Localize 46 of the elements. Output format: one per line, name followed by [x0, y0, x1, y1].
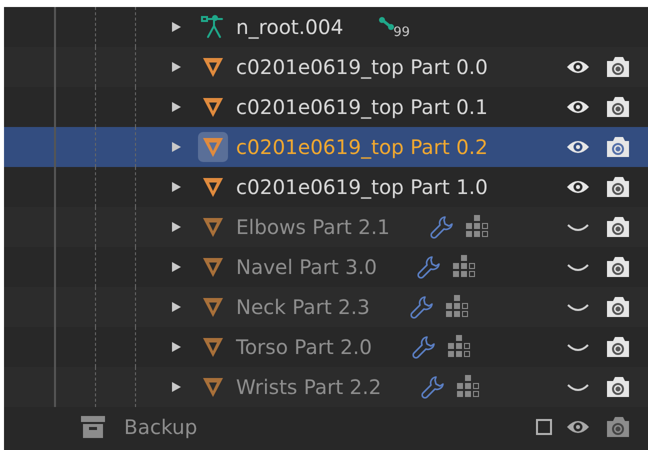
checkbox[interactable] [536, 419, 552, 435]
armature-name: n_root.004 [236, 15, 344, 39]
expand-arrow-icon[interactable] [170, 221, 182, 233]
eye-icon[interactable] [566, 139, 590, 155]
expand-arrow-icon[interactable] [170, 21, 182, 33]
expand-arrow-icon[interactable] [170, 101, 182, 113]
object-name: Neck Part 2.3 [236, 295, 370, 319]
object-name: Torso Part 2.0 [236, 335, 372, 359]
bone-icon [379, 17, 396, 31]
camera-icon[interactable] [606, 336, 630, 358]
object-name: c0201e0619_top Part 0.1 [236, 95, 488, 119]
object-name: c0201e0619_top Part 1.0 [236, 175, 488, 199]
camera-icon[interactable] [606, 256, 630, 278]
object-name: c0201e0619_top Part 0.0 [236, 55, 488, 79]
camera-icon[interactable] [606, 296, 630, 318]
expand-arrow-icon[interactable] [170, 301, 182, 313]
camera-icon[interactable] [606, 56, 630, 78]
eye-icon[interactable] [566, 419, 590, 435]
grid-icon [466, 215, 488, 239]
camera-icon[interactable] [606, 136, 630, 158]
collection-name: Backup [124, 415, 198, 439]
expand-arrow-icon[interactable] [170, 261, 182, 273]
object-name: Navel Part 3.0 [236, 255, 377, 279]
eye-icon[interactable] [566, 99, 590, 115]
expand-arrow-icon[interactable] [170, 341, 182, 353]
camera-icon[interactable] [606, 376, 630, 398]
grid-icon [446, 295, 468, 319]
camera-icon[interactable] [606, 176, 630, 198]
object-name: Elbows Part 2.1 [236, 215, 390, 239]
collection-icon [80, 415, 106, 439]
object-name: Wrists Part 2.2 [236, 375, 382, 399]
grid-icon [452, 255, 475, 279]
expand-arrow-icon[interactable] [170, 141, 182, 153]
selected-row[interactable]: c0201e0619_top Part 0.2 [4, 127, 648, 167]
camera-icon[interactable] [606, 96, 630, 118]
armature-icon [200, 14, 226, 40]
grid-icon [448, 335, 470, 359]
bone-count: 99 [393, 24, 410, 40]
eye-icon[interactable] [566, 59, 590, 75]
expand-arrow-icon[interactable] [170, 181, 182, 193]
eye-icon[interactable] [566, 179, 590, 195]
expand-arrow-icon[interactable] [170, 381, 182, 393]
expand-arrow-icon[interactable] [170, 61, 182, 73]
camera-icon[interactable] [606, 216, 630, 238]
object-name: c0201e0619_top Part 0.2 [236, 135, 488, 159]
grid-icon [457, 375, 480, 399]
